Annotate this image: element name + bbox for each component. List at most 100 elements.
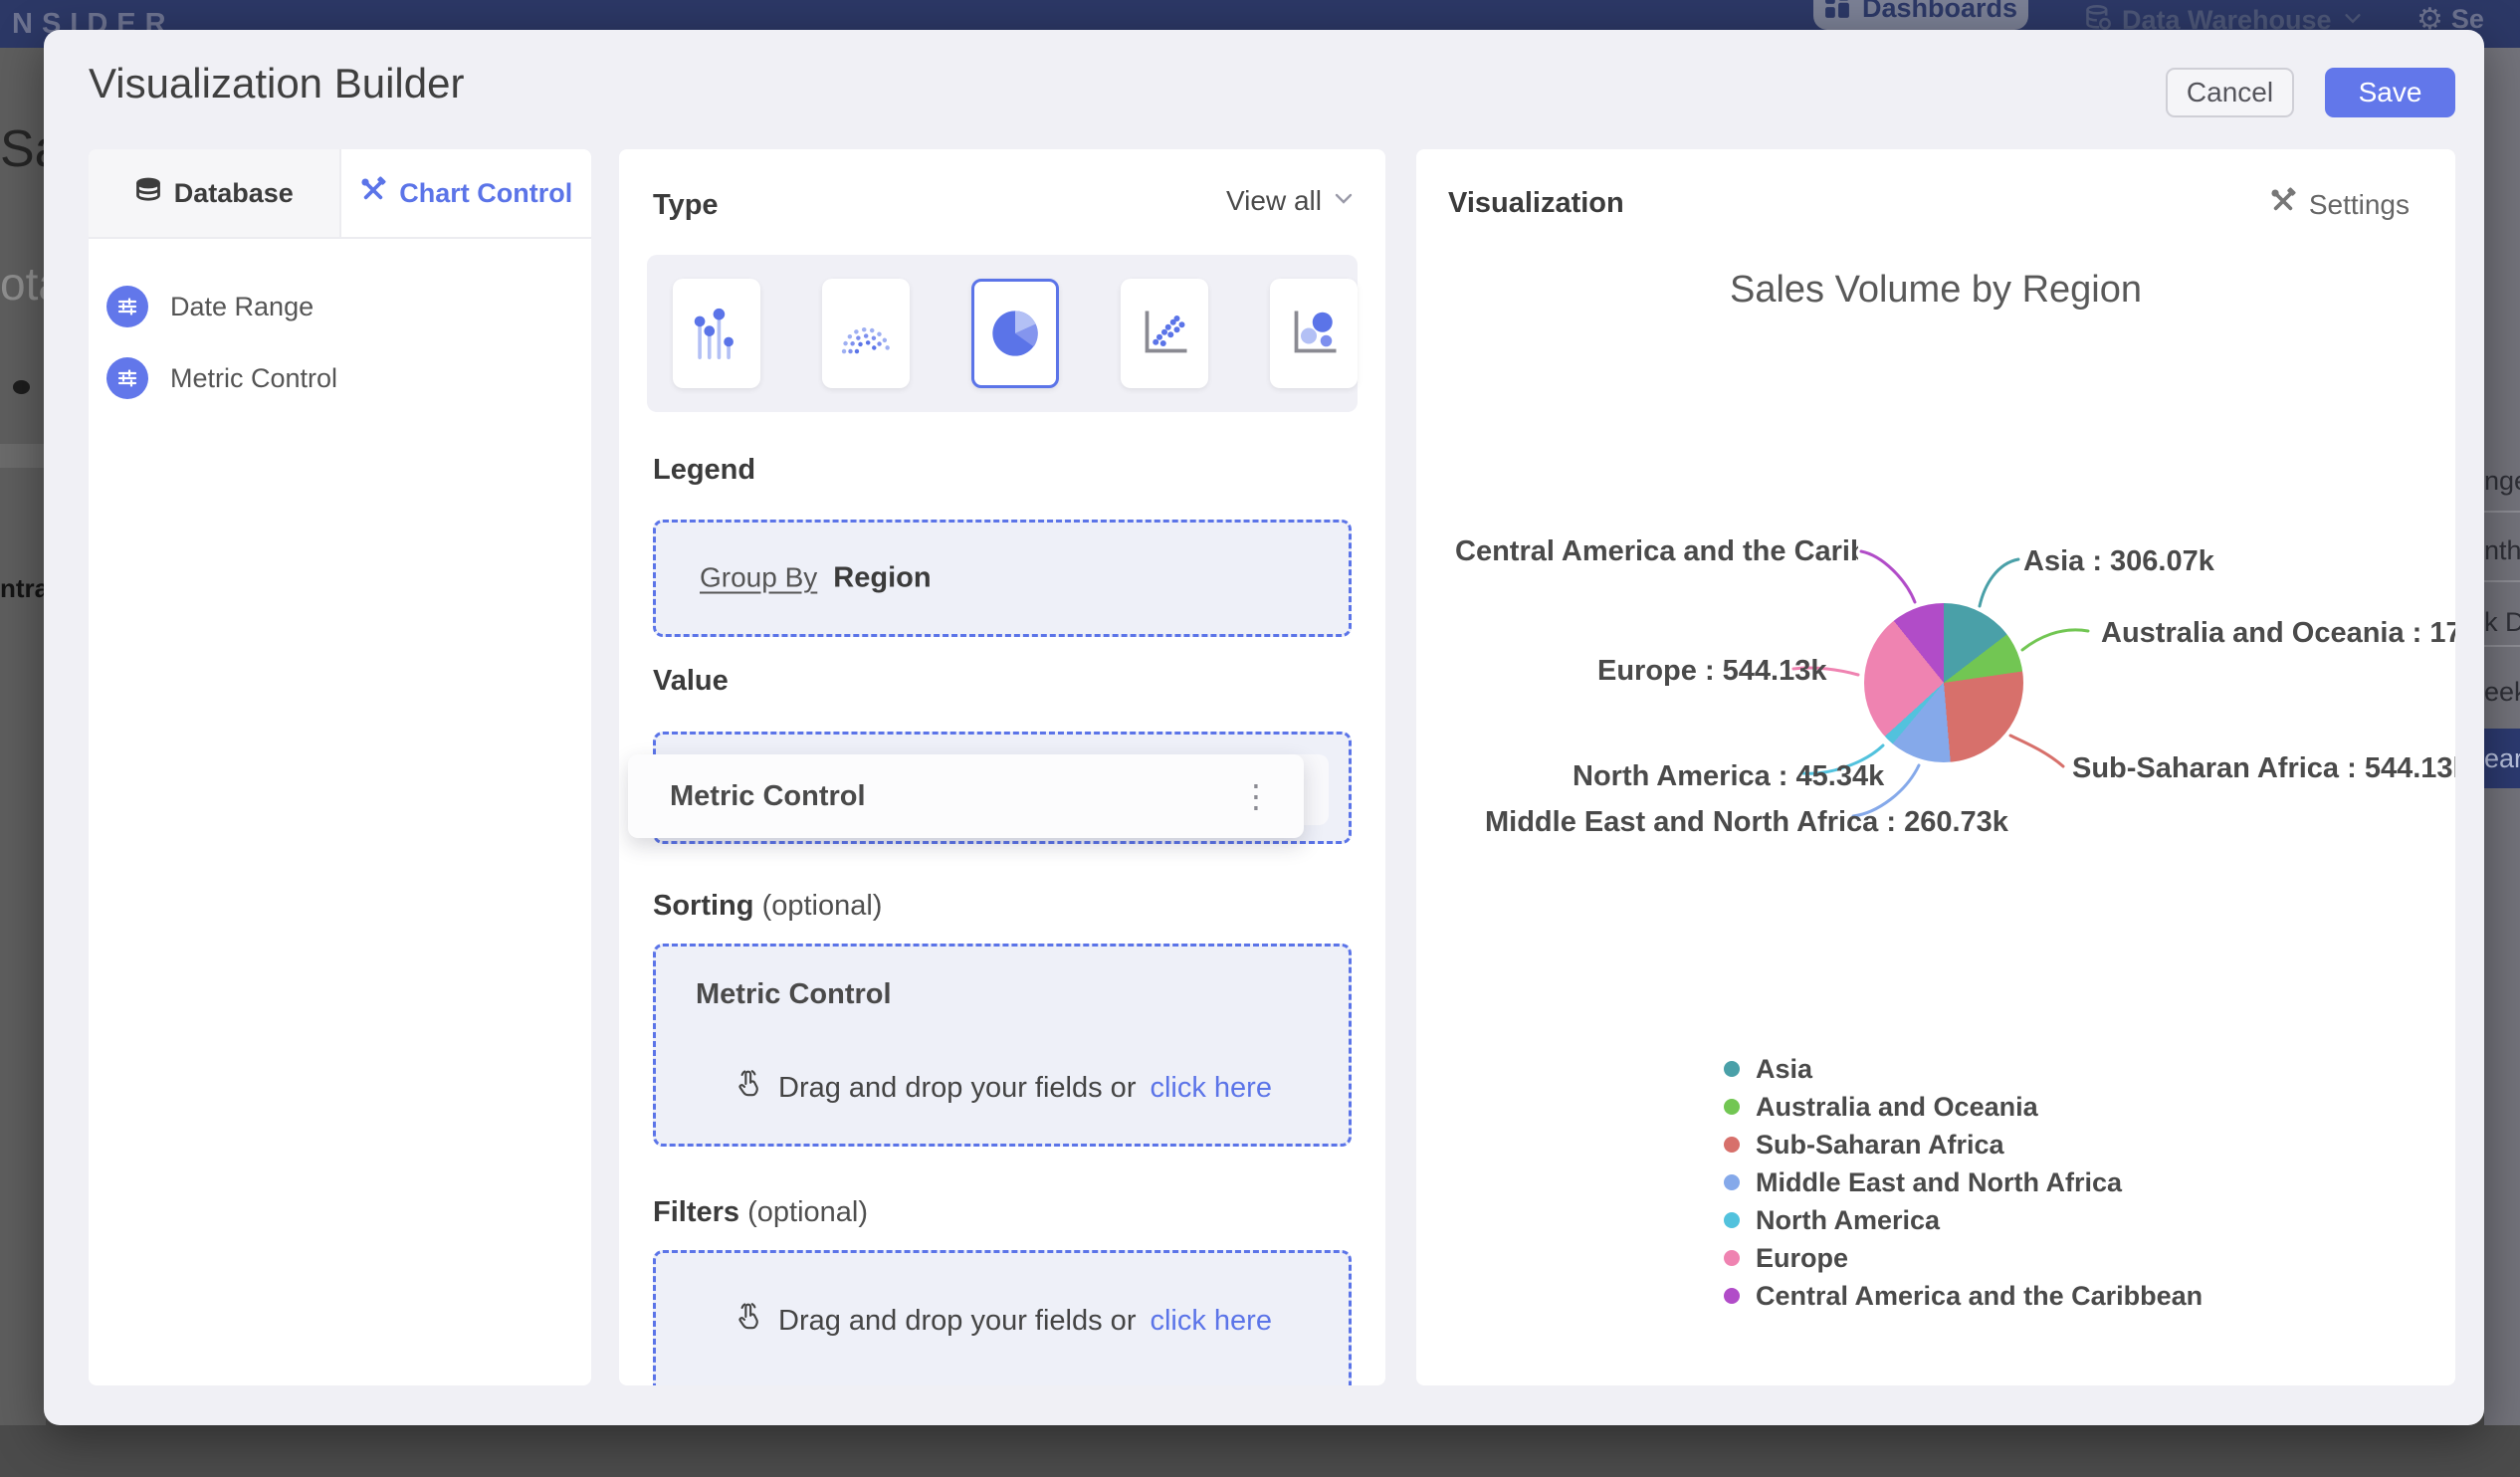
metric-control-drag-card[interactable]: Metric Control ⋮: [628, 754, 1304, 838]
tab-database[interactable]: Database: [89, 149, 341, 237]
pie-chart-icon: [992, 311, 1038, 356]
database-icon: [134, 177, 162, 210]
sidebar-item-metric-control[interactable]: Metric Control: [106, 357, 337, 399]
value-heading: Value: [653, 665, 729, 697]
divider: [2484, 645, 2520, 647]
chart-title: Sales Volume by Region: [1729, 269, 2143, 311]
background-page-left: Sal ota ntral: [0, 48, 75, 1425]
filters-drop-zone[interactable]: Drag and drop your fields or click here: [653, 1250, 1352, 1385]
pie-label-asia: Asia : 306.07k: [2023, 545, 2214, 577]
chart-type-strip: [647, 255, 1358, 412]
sorting-drop-zone[interactable]: Metric Control Drag and drop your fields…: [653, 944, 1352, 1147]
bubble-chart-icon: [1294, 311, 1337, 353]
chart-type-lollipop[interactable]: [673, 279, 760, 388]
legend-group-by-box[interactable]: Group By Region: [653, 520, 1352, 637]
modal-title: Visualization Builder: [89, 60, 465, 106]
sidebar-item-label: Metric Control: [170, 362, 338, 393]
group-by-label[interactable]: Group By: [700, 562, 817, 594]
dashboards-grid-icon: [1824, 0, 1850, 24]
legend-label: Sub-Saharan Africa: [1756, 1129, 2004, 1160]
pie-label-sub-saharan-africa: Sub-Saharan Africa : 544.13k: [2072, 752, 2455, 784]
legend-dot: [1724, 1061, 1740, 1077]
type-heading: Type: [653, 189, 719, 221]
sidebar-item-date-range[interactable]: Date Range: [106, 286, 314, 327]
sorting-field-label: Metric Control: [696, 978, 892, 1010]
builder-panel: Type View all Legend Group By Region Val…: [619, 149, 1385, 1385]
pie-label-mena: Middle East and North Africa : 260.73k: [1485, 806, 2008, 838]
legend-item[interactable]: Middle East and North Africa: [1724, 1166, 2122, 1198]
drop-text: Drag and drop your fields or: [778, 1071, 1137, 1104]
tab-chart-control[interactable]: Chart Control: [340, 149, 591, 237]
chart-type-bubble[interactable]: [1270, 279, 1358, 388]
sidebar-item-label: Date Range: [170, 291, 315, 321]
view-all-label: View all: [1226, 185, 1322, 216]
legend-dot: [1724, 1288, 1740, 1304]
background-bullet: [13, 380, 30, 394]
scatter-chart-icon: [1145, 311, 1187, 353]
legend-item[interactable]: North America: [1724, 1204, 1940, 1236]
pie-label-north-america: North America : 45.34k: [1573, 760, 1885, 792]
settings-label: Settings: [2308, 188, 2410, 220]
chart-type-pie-selected[interactable]: [971, 279, 1059, 388]
view-all-dropdown[interactable]: View all: [1226, 185, 1356, 217]
legend-dot: [1724, 1137, 1740, 1153]
visualization-builder-modal: Visualization Builder Cancel Save Databa…: [44, 30, 2484, 1425]
tools-icon: [359, 175, 387, 211]
cancel-button[interactable]: Cancel: [2166, 68, 2294, 117]
chart-type-scatter[interactable]: [1121, 279, 1208, 388]
nav-dashboards[interactable]: Dashboards: [1813, 0, 2028, 30]
tap-hand-icon: [733, 1068, 764, 1108]
legend-item[interactable]: Asia: [1724, 1053, 1812, 1085]
sliders-icon: [106, 286, 148, 327]
screen: NSIDER Dashboards Data Warehouse ⚙ Se Sa…: [0, 0, 2520, 1477]
divider: [2484, 580, 2520, 582]
arc-dots-chart-icon: [841, 326, 891, 354]
legend-label: Australia and Oceania: [1756, 1091, 2038, 1122]
tab-database-label: Database: [173, 177, 294, 208]
save-button[interactable]: Save: [2325, 68, 2455, 117]
nav-dashboards-label: Dashboards: [1861, 0, 2018, 23]
kebab-menu-icon[interactable]: ⋮: [1240, 780, 1272, 812]
legend-label: Central America and the Caribbean: [1756, 1280, 2204, 1311]
legend-label: Europe: [1756, 1242, 1849, 1273]
click-here-link[interactable]: click here: [1150, 1072, 1272, 1105]
group-by-row: Group By Region: [700, 562, 932, 595]
legend-dot: [1724, 1174, 1740, 1190]
background-list-item: eek: [2484, 677, 2520, 707]
background-list-item: nth: [2484, 535, 2520, 565]
sorting-heading: Sorting (optional): [653, 890, 883, 922]
pie-label-europe: Europe : 544.13k: [1597, 655, 1827, 687]
tools-icon: [2269, 187, 2297, 222]
visualization-panel: Visualization Settings Sales Volume by R…: [1416, 149, 2455, 1385]
background-list-item-selected: ear: [2484, 729, 2520, 788]
click-here-link[interactable]: click here: [1150, 1305, 1272, 1338]
legend-label: Middle East and North Africa: [1756, 1166, 2123, 1197]
filters-drop-row: Drag and drop your fields or click here: [656, 1301, 1349, 1341]
sorting-drop-row: Drag and drop your fields or click here: [656, 1068, 1349, 1108]
group-by-value[interactable]: Region: [833, 562, 931, 595]
drag-card-label: Metric Control: [670, 779, 866, 812]
legend-item[interactable]: Sub-Saharan Africa: [1724, 1129, 2004, 1160]
visualization-heading: Visualization: [1448, 187, 1624, 219]
legend-dot: [1724, 1212, 1740, 1228]
legend-dot: [1724, 1250, 1740, 1266]
filters-optional-label: (optional): [747, 1196, 868, 1228]
background-dropdown-list: nge nth k D eek ear: [2484, 48, 2520, 1425]
chart-type-arc[interactable]: [822, 279, 910, 388]
chevron-down-icon: [1332, 185, 1356, 217]
divider: [2484, 511, 2520, 513]
sidebar-tabs: Database Chart Control: [89, 149, 591, 239]
drop-text: Drag and drop your fields or: [778, 1304, 1137, 1337]
legend-item[interactable]: Central America and the Caribbean: [1724, 1280, 2203, 1312]
tab-chart-control-label: Chart Control: [399, 177, 573, 208]
pie-chart[interactable]: [1864, 603, 2023, 762]
pie-label-central-america-caribbean: Central America and the Caribbean : 226.…: [1455, 535, 1858, 567]
sliders-icon: [106, 357, 148, 399]
legend-label: Asia: [1756, 1053, 1813, 1084]
background-list-item: k D: [2484, 607, 2520, 637]
legend-item[interactable]: Europe: [1724, 1242, 1848, 1274]
legend-item[interactable]: Australia and Oceania: [1724, 1091, 2038, 1123]
settings-button[interactable]: Settings: [2269, 187, 2410, 222]
pie-label-australia-oceania: Australia and Oceania : 170.04k: [2101, 617, 2455, 649]
background-list-item: nge: [2484, 466, 2520, 496]
